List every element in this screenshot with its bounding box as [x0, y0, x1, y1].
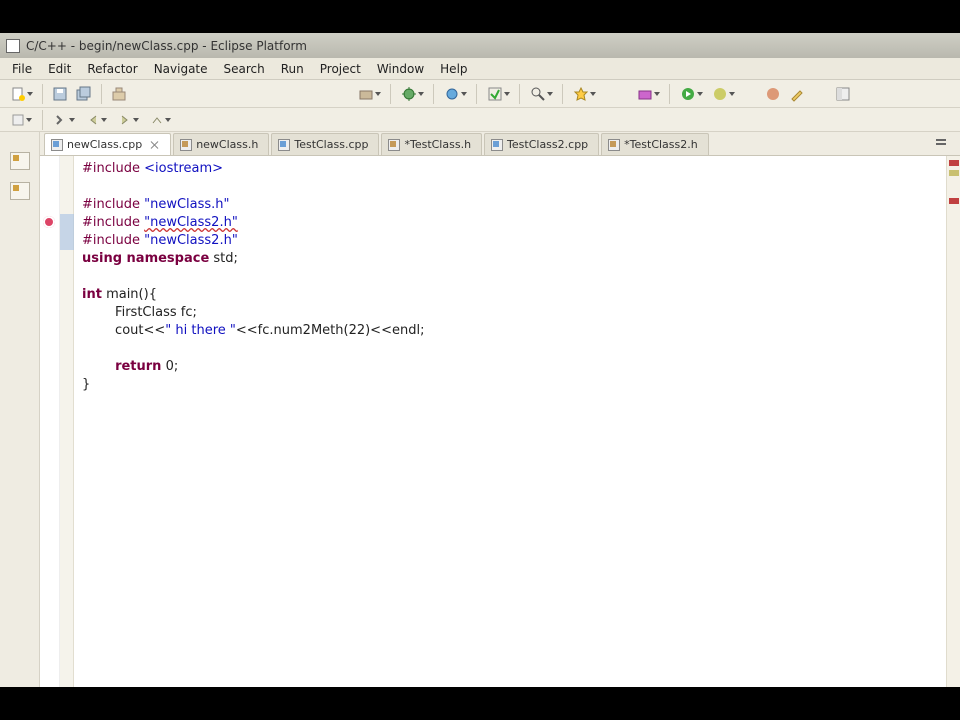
tab-label: newClass.h [196, 138, 258, 151]
external-tools-button[interactable] [633, 83, 663, 105]
profile-button[interactable] [708, 83, 738, 105]
open-type-button[interactable] [483, 83, 513, 105]
window-title: C/C++ - begin/newClass.cpp - Eclipse Pla… [26, 39, 307, 53]
search-button[interactable] [526, 83, 556, 105]
open-task-button[interactable] [762, 83, 784, 105]
new-class-button[interactable] [440, 83, 470, 105]
menu-run[interactable]: Run [273, 60, 312, 78]
main-toolbar [0, 80, 960, 108]
menu-project[interactable]: Project [312, 60, 369, 78]
cpp-file-icon [51, 139, 63, 151]
tab-testclass2-h[interactable]: *TestClass2.h [601, 133, 709, 155]
h-file-icon [608, 139, 620, 151]
tab-testclass-cpp[interactable]: TestClass.cpp [271, 133, 379, 155]
editor-area: newClass.cpp newClass.h TestClass.cpp *T… [40, 132, 960, 687]
save-button[interactable] [49, 83, 71, 105]
perspective-button[interactable] [832, 83, 854, 105]
h-file-icon [180, 139, 192, 151]
tab-label: TestClass2.cpp [507, 138, 588, 151]
tab-label: newClass.cpp [67, 138, 142, 151]
cpp-file-icon [278, 139, 290, 151]
view-gutter [0, 132, 40, 687]
menu-search[interactable]: Search [216, 60, 273, 78]
code-view[interactable]: #include <iostream> #include "newClass.h… [40, 156, 960, 687]
overview-ruler[interactable] [946, 156, 960, 687]
annotation-ruler[interactable] [40, 156, 60, 687]
overview-warn-mark[interactable] [949, 170, 959, 176]
overview-error-mark[interactable] [949, 160, 959, 166]
error-marker-icon[interactable] [43, 216, 55, 228]
debug-button[interactable] [397, 83, 427, 105]
menu-edit[interactable]: Edit [40, 60, 79, 78]
step-button[interactable] [49, 109, 79, 131]
tab-label: *TestClass.h [404, 138, 471, 151]
sub-toolbar [0, 108, 960, 132]
tab-newclass-cpp[interactable]: newClass.cpp [44, 133, 171, 155]
app-icon [6, 39, 20, 53]
menu-bar: File Edit Refactor Navigate Search Run P… [0, 58, 960, 80]
build-button[interactable] [108, 83, 130, 105]
close-icon[interactable] [150, 140, 160, 150]
forward-button[interactable] [113, 109, 143, 131]
tab-newclass-h[interactable]: newClass.h [173, 133, 269, 155]
minimized-view-icon-2[interactable] [10, 182, 30, 200]
tab-label: *TestClass2.h [624, 138, 698, 151]
up-button[interactable] [145, 109, 175, 131]
back-button[interactable] [81, 109, 111, 131]
save-all-button[interactable] [73, 83, 95, 105]
overview-error-mark[interactable] [949, 198, 959, 204]
maximize-editor-button[interactable] [930, 133, 952, 155]
change-bar [60, 214, 74, 250]
toolbox-button[interactable] [354, 83, 384, 105]
new-button[interactable] [6, 83, 36, 105]
toggle-mark-button[interactable] [569, 83, 599, 105]
work-area: newClass.cpp newClass.h TestClass.cpp *T… [0, 132, 960, 687]
editor-tabs: newClass.cpp newClass.h TestClass.cpp *T… [40, 132, 960, 156]
menu-navigate[interactable]: Navigate [146, 60, 216, 78]
folding-ruler[interactable] [60, 156, 74, 687]
menu-refactor[interactable]: Refactor [79, 60, 145, 78]
menu-window[interactable]: Window [369, 60, 432, 78]
tab-label: TestClass.cpp [294, 138, 368, 151]
h-file-icon [388, 139, 400, 151]
tab-testclass-h[interactable]: *TestClass.h [381, 133, 482, 155]
cpp-file-icon [491, 139, 503, 151]
title-bar: C/C++ - begin/newClass.cpp - Eclipse Pla… [0, 33, 960, 58]
last-edit-button[interactable] [786, 83, 808, 105]
tab-testclass2-cpp[interactable]: TestClass2.cpp [484, 133, 599, 155]
source-code[interactable]: #include <iostream> #include "newClass.h… [74, 156, 946, 687]
make-targets-button[interactable] [6, 109, 36, 131]
app-window: C/C++ - begin/newClass.cpp - Eclipse Pla… [0, 33, 960, 687]
menu-file[interactable]: File [4, 60, 40, 78]
minimized-view-icon[interactable] [10, 152, 30, 170]
run-button[interactable] [676, 83, 706, 105]
menu-help[interactable]: Help [432, 60, 475, 78]
